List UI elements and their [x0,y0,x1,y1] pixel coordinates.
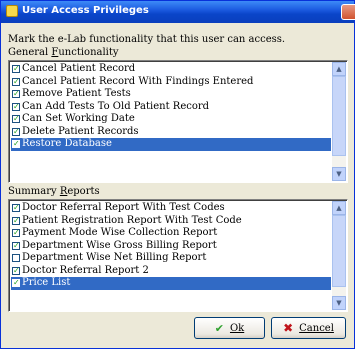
general-scrollbar[interactable]: ▲ ▼ [332,62,346,181]
list-item-label: Can Set Working Date [22,113,135,124]
user-access-privileges-dialog: User Access Privileges Mark the e-Lab fu… [0,0,355,349]
general-functionality-label-accel: F [51,47,59,58]
list-item[interactable]: Department Wise Net Billing Report [11,252,331,265]
title-bar[interactable]: User Access Privileges [1,1,355,23]
general-functionality-list[interactable]: ✓ Cancel Patient Record ✓ Cancel Patient Re… [8,60,348,183]
summary-scroll-up-button[interactable]: ▲ [332,201,346,215]
general-scroll-thumb[interactable] [332,76,346,156]
list-item[interactable]: ✓ Patient Registration Report With Test C… [11,215,331,228]
list-item[interactable]: ✓ Can Set Working Date [11,113,331,126]
summary-scroll-down-button[interactable]: ▼ [332,296,346,310]
list-item-label: Doctor Referral Report 2 [22,264,149,276]
summary-reports-list[interactable]: ✓ Doctor Referral Report With Test Codes ✓… [8,199,348,312]
list-item-label: Cancel Patient Record [22,63,136,74]
checkbox-checked[interactable]: ✓ [12,115,20,124]
list-item-label: Restore Database [22,138,112,149]
list-item[interactable]: ✓ Price List [11,277,331,290]
list-item-label: Patient Registration Report With Test Co… [22,214,242,226]
general-scroll-up-button[interactable]: ▲ [332,62,346,76]
list-item[interactable]: ✓ Remove Patient Tests [11,88,331,101]
checkbox-checked[interactable]: ✓ [12,266,20,275]
summary-reports-label-accel: R [59,186,68,197]
checkbox-checked[interactable]: ✓ [12,229,20,238]
list-item-label: Department Wise Gross Billing Report [22,239,217,251]
checkbox-checked[interactable]: ✓ [12,204,20,213]
checkbox-checked[interactable]: ✓ [12,140,20,149]
window-title: User Access Privileges [22,5,149,16]
checkbox-checked[interactable]: ✓ [12,241,20,250]
cross-icon: ✖ [283,321,294,335]
list-item-label: Remove Patient Tests [22,88,131,99]
list-item[interactable]: ✓ Restore Database [11,138,331,151]
list-item-label: Price List [22,277,71,288]
checkbox-checked[interactable]: ✓ [12,216,20,225]
ok-button-label: Ok [229,322,245,334]
checkbox-checked[interactable]: ✓ [12,77,20,86]
general-scroll-down-button[interactable]: ▼ [332,167,346,181]
checkbox-checked[interactable]: ✓ [12,127,20,136]
close-button[interactable] [341,4,355,20]
list-item-label: Payment Mode Wise Collection Report [22,227,218,238]
ok-button[interactable]: ✔ Ok [194,317,265,339]
summary-reports-label: Summary Reports [8,186,100,197]
list-item-label: Can Add Tests To Old Patient Record [22,100,210,112]
list-item[interactable]: ✓ Can Add Tests To Old Patient Record [11,101,331,114]
general-functionality-rows: ✓ Cancel Patient Record ✓ Cancel Patient Re… [11,63,331,151]
list-item[interactable]: ✓ Doctor Referral Report 2 [11,265,331,278]
list-item-label: Doctor Referral Report With Test Codes [22,202,225,213]
list-item-label: Delete Patient Records [22,125,139,137]
list-item-label: Department Wise Net Billing Report [22,252,207,263]
summary-scroll-thumb[interactable] [332,215,346,287]
checkbox-checked[interactable]: ✓ [12,102,20,111]
summary-reports-rows: ✓ Doctor Referral Report With Test Codes ✓… [11,202,331,290]
app-icon [6,5,18,17]
general-functionality-label: General Functionality [8,47,119,58]
instruction-text: Mark the e-Lab functionality that this u… [8,34,286,45]
list-item[interactable]: ✓ Doctor Referral Report With Test Codes [11,202,331,215]
summary-scrollbar[interactable]: ▲ ▼ [332,201,346,310]
cancel-button-label: Cancel [299,322,334,334]
checkbox-checked[interactable]: ✓ [12,65,20,74]
list-item[interactable]: ✓ Cancel Patient Record With Findings Ent… [11,76,331,89]
cancel-button[interactable]: ✖ Cancel [271,317,346,339]
list-item[interactable]: ✓ Department Wise Gross Billing Report [11,240,331,253]
checkmark-icon: ✔ [214,321,224,335]
list-item[interactable]: ✓ Delete Patient Records [11,126,331,139]
list-item[interactable]: ✓ Payment Mode Wise Collection Report [11,227,331,240]
list-item[interactable]: ✓ Cancel Patient Record [11,63,331,76]
checkbox-unchecked[interactable] [12,254,20,263]
checkbox-checked[interactable]: ✓ [12,90,20,99]
list-item-label: Cancel Patient Record With Findings Ente… [22,75,254,87]
checkbox-checked[interactable]: ✓ [12,279,20,288]
